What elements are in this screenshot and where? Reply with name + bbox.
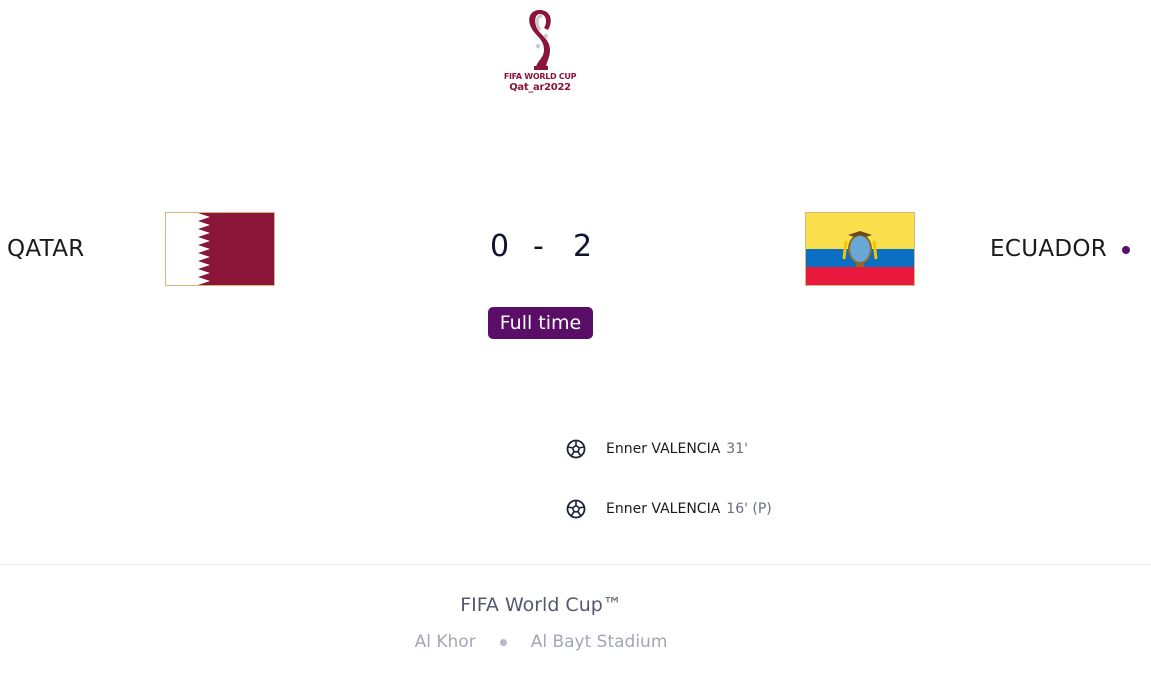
logo-line2: Qat_ar2022	[509, 82, 571, 93]
goal-scorer[interactable]: Enner VALENCIA	[606, 501, 720, 517]
goal-minute: 31'	[726, 441, 748, 457]
home-team-name[interactable]: QATAR	[7, 236, 85, 262]
venue-stadium[interactable]: Al Bayt Stadium	[531, 632, 668, 652]
goal-scorer[interactable]: Enner VALENCIA	[606, 441, 720, 457]
soccer-ball-icon	[566, 439, 586, 459]
separator-dot	[499, 638, 507, 646]
away-team-name[interactable]: ECUADOR	[990, 236, 1107, 262]
qatar-flag	[165, 212, 275, 286]
footer-divider	[0, 564, 1151, 565]
match-status-badge: Full time	[488, 307, 593, 339]
goal-event: Enner VALENCIA 16' (P)	[566, 498, 772, 520]
home-score: 0	[490, 229, 510, 264]
winner-dot-icon	[1122, 246, 1130, 254]
goal-event: Enner VALENCIA 31'	[566, 438, 748, 460]
competition-name[interactable]: FIFA World Cup™	[0, 594, 1082, 616]
venue-info: Al Khor Al Bayt Stadium	[0, 632, 1082, 652]
ecuador-flag	[805, 212, 915, 286]
soccer-ball-icon	[566, 499, 586, 519]
away-score: 2	[573, 229, 593, 264]
trophy-emblem-icon	[529, 10, 551, 70]
score-separator: -	[533, 229, 544, 264]
logo-line1: FIFA WORLD CUP	[503, 72, 577, 81]
goal-minute: 16' (P)	[726, 501, 772, 517]
match-page: FIFA WORLD CUP Qat_ar2022 QATAR 0 - 2 Fu…	[0, 0, 1151, 675]
venue-city: Al Khor	[414, 632, 476, 652]
world-cup-logo: FIFA WORLD CUP Qat_ar2022	[500, 6, 582, 96]
